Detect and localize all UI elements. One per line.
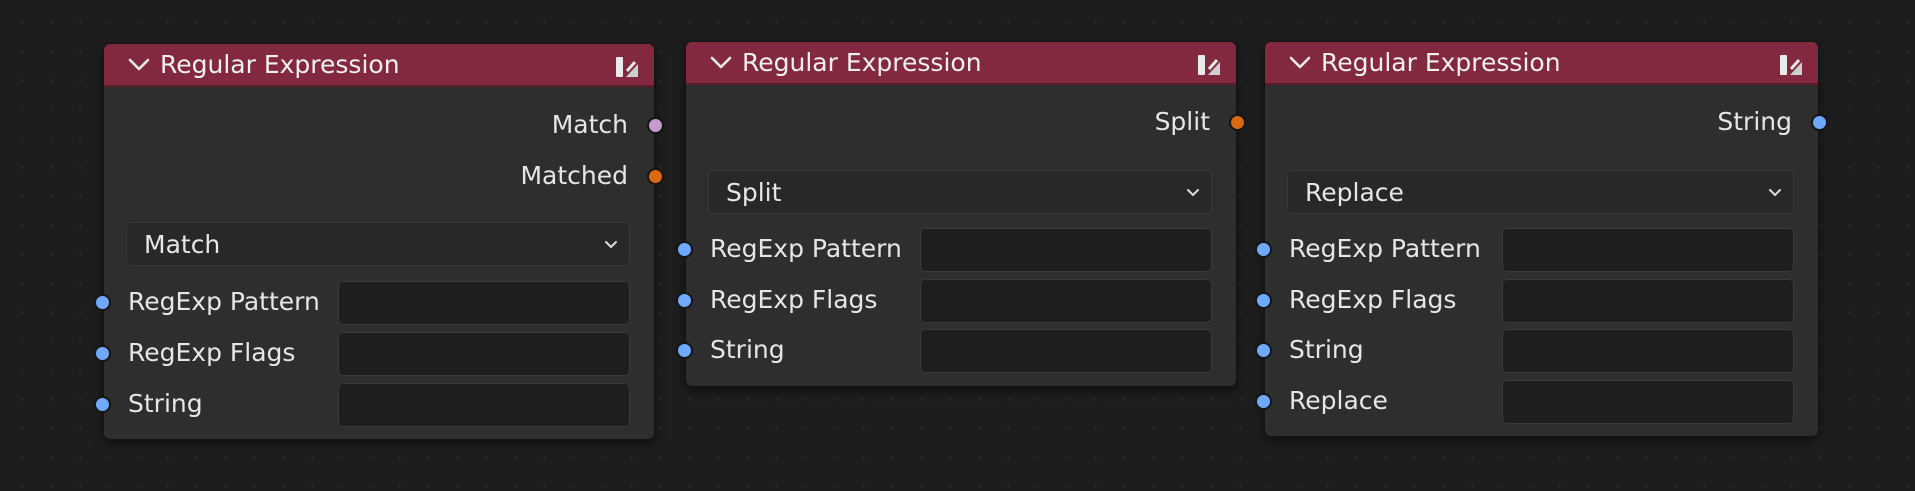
mode-dropdown-value: Replace: [1305, 177, 1404, 207]
input-row-flags: RegExp Flags: [676, 278, 1236, 324]
input-label: RegExp Pattern: [710, 234, 902, 263]
input-row-replace: Replace: [1255, 379, 1818, 425]
output-label: String: [1717, 107, 1792, 136]
input-socket-flags[interactable]: [94, 345, 111, 362]
chevron-down-icon: [1767, 185, 1783, 201]
node-title: Regular Expression: [160, 50, 400, 79]
string-field[interactable]: [1502, 329, 1794, 373]
regexp-pattern-field[interactable]: [1502, 228, 1794, 272]
chevron-down-icon[interactable]: [706, 41, 736, 84]
input-label: String: [128, 389, 203, 418]
node-preview-icon[interactable]: [614, 54, 640, 80]
output-row-split: Split: [686, 100, 1246, 146]
input-label: RegExp Flags: [710, 285, 878, 314]
regexp-pattern-field[interactable]: [338, 281, 630, 325]
input-row-string: String: [94, 382, 654, 428]
output-label: Split: [1154, 107, 1210, 136]
input-socket-flags[interactable]: [676, 292, 693, 309]
node-header[interactable]: Regular Expression: [1265, 42, 1818, 85]
input-label: String: [710, 335, 785, 364]
input-row-flags: RegExp Flags: [1255, 278, 1818, 324]
mode-dropdown-value: Split: [726, 177, 782, 207]
regexp-flags-field[interactable]: [920, 279, 1212, 323]
node-preview-icon[interactable]: [1196, 52, 1222, 78]
regex-node-match[interactable]: Regular Expression Match Matched Match R…: [94, 44, 664, 439]
output-socket-match[interactable]: [647, 117, 664, 134]
regexp-flags-field[interactable]: [1502, 279, 1794, 323]
input-socket-string[interactable]: [676, 342, 693, 359]
output-socket-split[interactable]: [1229, 114, 1246, 131]
output-socket-string[interactable]: [1811, 114, 1828, 131]
input-row-string: String: [676, 328, 1236, 374]
input-label: RegExp Flags: [1289, 285, 1457, 314]
input-label: String: [1289, 335, 1364, 364]
output-label: Matched: [520, 161, 628, 190]
output-label: Match: [551, 110, 628, 139]
string-field[interactable]: [338, 383, 630, 427]
output-row-string: String: [1265, 100, 1828, 146]
mode-dropdown[interactable]: Split: [708, 170, 1212, 214]
input-socket-pattern[interactable]: [676, 241, 693, 258]
input-row-pattern: RegExp Pattern: [94, 280, 654, 326]
chevron-down-icon[interactable]: [124, 43, 154, 86]
input-socket-string[interactable]: [1255, 342, 1272, 359]
output-socket-matched[interactable]: [647, 168, 664, 185]
input-label: Replace: [1289, 386, 1388, 415]
input-socket-flags[interactable]: [1255, 292, 1272, 309]
mode-dropdown[interactable]: Match: [126, 222, 630, 266]
regex-node-split[interactable]: Regular Expression Split Split RegExp Pa…: [676, 42, 1246, 386]
regexp-pattern-field[interactable]: [920, 228, 1212, 272]
regexp-flags-field[interactable]: [338, 332, 630, 376]
node-title: Regular Expression: [1321, 48, 1561, 77]
output-row-match: Match: [104, 103, 664, 149]
input-row-string: String: [1255, 328, 1818, 374]
replace-field[interactable]: [1502, 380, 1794, 424]
input-label: RegExp Pattern: [1289, 234, 1481, 263]
input-socket-replace[interactable]: [1255, 393, 1272, 410]
chevron-down-icon: [1185, 185, 1201, 201]
string-field[interactable]: [920, 329, 1212, 373]
node-header[interactable]: Regular Expression: [104, 44, 654, 87]
node-header[interactable]: Regular Expression: [686, 42, 1236, 85]
input-socket-pattern[interactable]: [94, 294, 111, 311]
regex-node-replace[interactable]: Regular Expression String Replace RegExp…: [1255, 42, 1828, 436]
chevron-down-icon[interactable]: [1285, 41, 1315, 84]
input-label: RegExp Pattern: [128, 287, 320, 316]
input-row-flags: RegExp Flags: [94, 331, 654, 377]
input-row-pattern: RegExp Pattern: [1255, 227, 1818, 273]
node-title: Regular Expression: [742, 48, 982, 77]
mode-dropdown[interactable]: Replace: [1287, 170, 1794, 214]
chevron-down-icon: [603, 237, 619, 253]
mode-dropdown-value: Match: [144, 229, 221, 259]
output-row-matched: Matched: [104, 154, 664, 200]
input-socket-pattern[interactable]: [1255, 241, 1272, 258]
input-label: RegExp Flags: [128, 338, 296, 367]
input-socket-string[interactable]: [94, 396, 111, 413]
input-row-pattern: RegExp Pattern: [676, 227, 1236, 273]
node-preview-icon[interactable]: [1778, 52, 1804, 78]
